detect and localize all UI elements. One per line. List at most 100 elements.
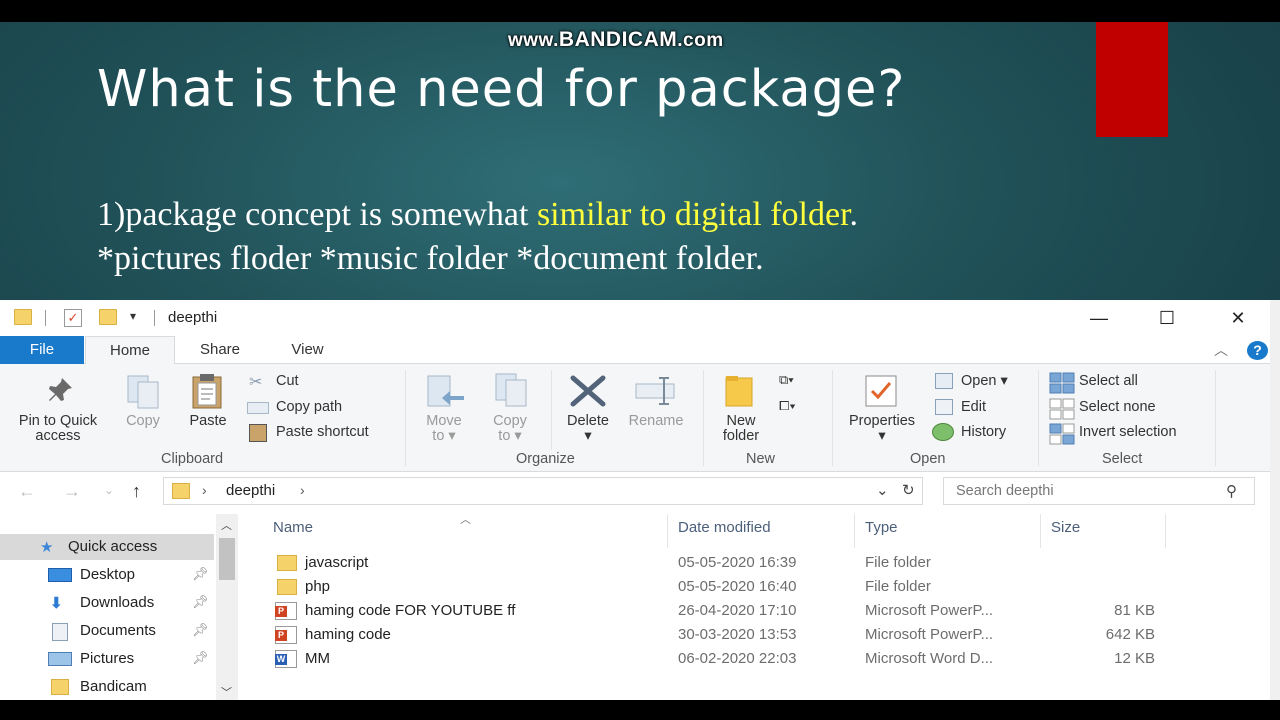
column-header-date[interactable]: Date modified [678,519,771,536]
slide-line-2: *pictures floder *music folder *document… [97,240,764,277]
delete-icon [569,374,607,413]
sidebar-item-label: Desktop [80,566,136,583]
organize-group-label: Organize [516,451,575,467]
sort-ascending-icon: ︿ [460,514,471,526]
address-path[interactable]: deepthi [226,482,275,499]
tab-share[interactable]: Share [185,336,255,364]
scrollbar-thumb[interactable] [219,538,235,580]
tab-file[interactable]: File [0,336,84,364]
properties-icon [864,374,898,413]
up-arrow-icon[interactable]: ↑ [132,481,141,502]
file-size: 642 KB [1105,626,1155,643]
file-name: haming code FOR YOUTUBE ff [305,602,516,619]
copy-path-icon [247,402,269,414]
table-row[interactable]: javascript 05-05-2020 16:39 File folder [270,551,1170,575]
new-group-label: New [746,451,776,467]
file-size: 12 KB [1114,650,1155,667]
pin-icon[interactable]: 📌︎ [192,566,209,582]
copy-icon [124,374,164,415]
paste-button[interactable]: Paste [182,414,234,429]
pin-icon[interactable]: 📌︎ [192,650,209,666]
copy-to-button[interactable]: Copy to ▾ [484,414,536,444]
scroll-up-icon[interactable]: ︿ [221,517,232,533]
table-row[interactable]: P haming code FOR YOUTUBE ff 26-04-2020 … [270,599,1170,623]
documents-icon [52,623,68,641]
properties-button[interactable]: Properties ▾ [840,414,924,444]
sidebar-item-desktop[interactable]: Desktop 📌︎ [0,562,214,588]
sidebar-item-bandicam[interactable]: Bandicam [0,674,214,700]
open-group-label: Open [910,451,946,467]
column-divider[interactable] [1040,514,1041,548]
file-name: javascript [305,554,369,571]
pin-icon[interactable]: 📌︎ [192,622,209,638]
powerpoint-icon: P [275,602,297,620]
paste-icon [190,372,226,415]
file-date: 26-04-2020 17:10 [678,602,797,619]
maximize-button[interactable]: ☐ [1144,303,1190,333]
edit-button[interactable]: Edit [961,399,986,415]
new-item-icon[interactable]: ⧉▾ [779,372,794,388]
column-divider[interactable] [1165,514,1166,548]
select-all-button[interactable]: Select all [1079,373,1138,389]
copy-button[interactable]: Copy [117,414,169,429]
search-input[interactable]: Search deepthi ⚲ [943,477,1255,505]
table-row[interactable]: W MM 06-02-2020 22:03 Microsoft Word D..… [270,647,1170,671]
move-to-button[interactable]: Move to ▾ [418,414,470,444]
history-button[interactable]: History [961,424,1006,440]
recent-locations-icon[interactable]: ⌄ [104,483,114,497]
sidebar-item-quick-access[interactable]: ★ Quick access [0,534,214,560]
sidebar-item-label: Quick access [68,538,158,555]
scroll-down-icon[interactable]: ﹀ [221,684,232,700]
minimize-button[interactable]: — [1076,303,1122,333]
search-icon[interactable]: ⚲ [1226,482,1237,500]
pin-icon [44,374,76,411]
folder-icon [277,579,297,595]
cut-button[interactable]: Cut [276,373,299,389]
open-button[interactable]: Open ▾ [961,373,1008,389]
address-bar[interactable]: › deepthi › ⌄ ↻ [163,477,923,505]
clipboard-group-label: Clipboard [161,451,224,467]
sidebar-item-pictures[interactable]: Pictures 📌︎ [0,646,214,672]
help-icon[interactable]: ? [1247,341,1268,360]
refresh-icon[interactable]: ↻ [902,481,915,499]
copy-path-button[interactable]: Copy path [276,399,342,415]
column-header-type[interactable]: Type [865,519,898,536]
pin-icon[interactable]: 📌︎ [192,594,209,610]
new-folder-button[interactable]: New folder [712,414,770,444]
table-row[interactable]: php 05-05-2020 16:40 File folder [270,575,1170,599]
table-row[interactable]: P haming code 30-03-2020 13:53 Microsoft… [270,623,1170,647]
collapse-ribbon-icon[interactable]: ︿ [1214,340,1228,360]
red-decoration [1096,22,1168,137]
sidebar-scrollbar[interactable]: ︿ ﹀ [216,514,238,700]
group-separator [1038,370,1039,466]
rename-button[interactable]: Rename [622,414,690,429]
paste-shortcut-button[interactable]: Paste shortcut [276,424,369,440]
close-button[interactable]: ✕ [1215,303,1261,333]
sidebar-item-documents[interactable]: Documents 📌︎ [0,618,214,644]
forward-arrow-icon[interactable]: → [63,481,81,502]
column-header-size[interactable]: Size [1051,519,1080,536]
tab-home[interactable]: Home [85,336,175,365]
column-divider[interactable] [854,514,855,548]
word-icon: W [275,650,297,668]
invert-selection-button[interactable]: Invert selection [1079,424,1177,440]
chevron-right-icon[interactable]: › [300,482,305,498]
column-divider[interactable] [667,514,668,548]
ribbon-tabs: File Home Share View ︿ ? [0,336,1280,365]
easy-access-icon[interactable]: ⧠▾ [779,398,796,414]
new-folder-quick-icon[interactable] [99,309,117,325]
tab-view[interactable]: View [275,336,340,364]
sidebar-item-downloads[interactable]: ⬇ Downloads 📌︎ [0,590,214,616]
chevron-down-icon[interactable]: ⌄ [876,481,889,499]
sidebar-item-label: Bandicam [80,678,147,695]
pin-quick-access-button[interactable]: Pin to Quick access [8,414,108,444]
properties-quick-icon[interactable]: ✓ [64,309,82,327]
delete-button[interactable]: Delete ▾ [560,414,616,444]
window-edge [1270,300,1280,700]
presentation-slide: www.BANDICAM.com What is the need for pa… [0,22,1280,300]
back-arrow-icon[interactable]: ← [18,481,36,502]
column-header-name[interactable]: Name [273,519,313,536]
customize-toolbar-icon[interactable]: ▾ [130,309,136,323]
download-icon: ⬇ [50,595,63,612]
select-none-button[interactable]: Select none [1079,399,1156,415]
